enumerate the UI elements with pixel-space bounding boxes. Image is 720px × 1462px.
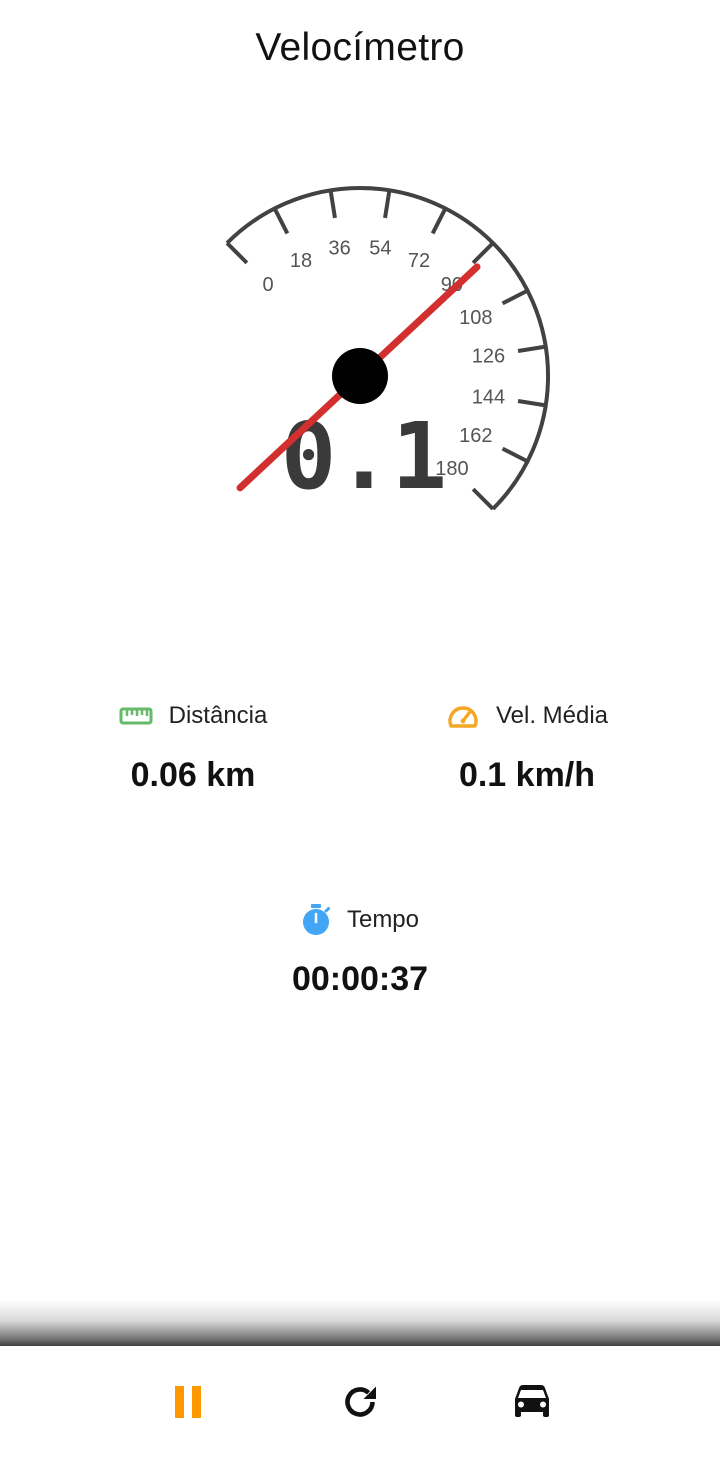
speedometer-gauge: 0 18 36 54 72 90 108 126 144 162 180 0.1 (220, 180, 560, 580)
bottom-bar-shadow (0, 1300, 720, 1346)
time-stat: Tempo 00:00:37 (220, 902, 500, 999)
gauge-tick (517, 344, 546, 353)
reset-button[interactable] (330, 1374, 390, 1434)
time-value: 00:00:37 (291, 960, 429, 998)
gauge-tick-label: 36 (329, 238, 351, 260)
time-label: Tempo (346, 906, 420, 933)
gauge-tick-label: 108 (459, 307, 492, 329)
gauge-tick-label: 162 (459, 425, 492, 447)
stopwatch-icon (301, 903, 331, 937)
distance-label: Distância (168, 702, 268, 729)
gauge-tick (471, 487, 495, 511)
avg-speed-label: Vel. Média (495, 702, 609, 729)
speed-gauge-icon (446, 702, 480, 730)
gauge-tick (471, 241, 495, 265)
avg-speed-stat: Vel. Média 0.1 km/h (387, 698, 667, 795)
page-title: Velocímetro (255, 26, 465, 69)
gauge-tick-label: 54 (369, 238, 391, 260)
car-icon (510, 1382, 554, 1427)
app-screen: Velocímetro 0 18 36 54 72 90 108 126 144 162 180 0… (0, 0, 720, 1462)
ruler-icon (119, 706, 153, 726)
distance-value: 0.06 km (130, 756, 256, 794)
gauge-tick-label: 18 (290, 250, 312, 272)
vehicle-button[interactable] (502, 1374, 562, 1434)
gauge-tick (328, 190, 337, 219)
distance-stat: Distância 0.06 km (53, 698, 333, 795)
pause-icon (171, 1384, 205, 1425)
gauge-tick (430, 207, 448, 235)
avg-speed-value: 0.1 km/h (458, 756, 596, 794)
refresh-icon (340, 1382, 380, 1427)
gauge-tick (225, 241, 249, 265)
bottom-toolbar (0, 1346, 720, 1462)
pause-button[interactable] (158, 1374, 218, 1434)
gauge-tick (501, 446, 529, 464)
speed-readout: 0.1 (281, 403, 447, 510)
gauge-tick (383, 190, 392, 219)
speedometer-dial: 01836 547290108126144162180 0.1 (225, 185, 551, 511)
gauge-tick-label: 0 (263, 274, 274, 296)
gauge-tick (501, 288, 529, 306)
gauge-tick-label: 126 (472, 346, 505, 368)
gauge-tick (272, 207, 290, 235)
gauge-hub (332, 348, 388, 404)
gauge-tick (517, 399, 546, 408)
gauge-tick-label: 144 (472, 386, 505, 408)
gauge-tick-label: 72 (408, 250, 430, 272)
